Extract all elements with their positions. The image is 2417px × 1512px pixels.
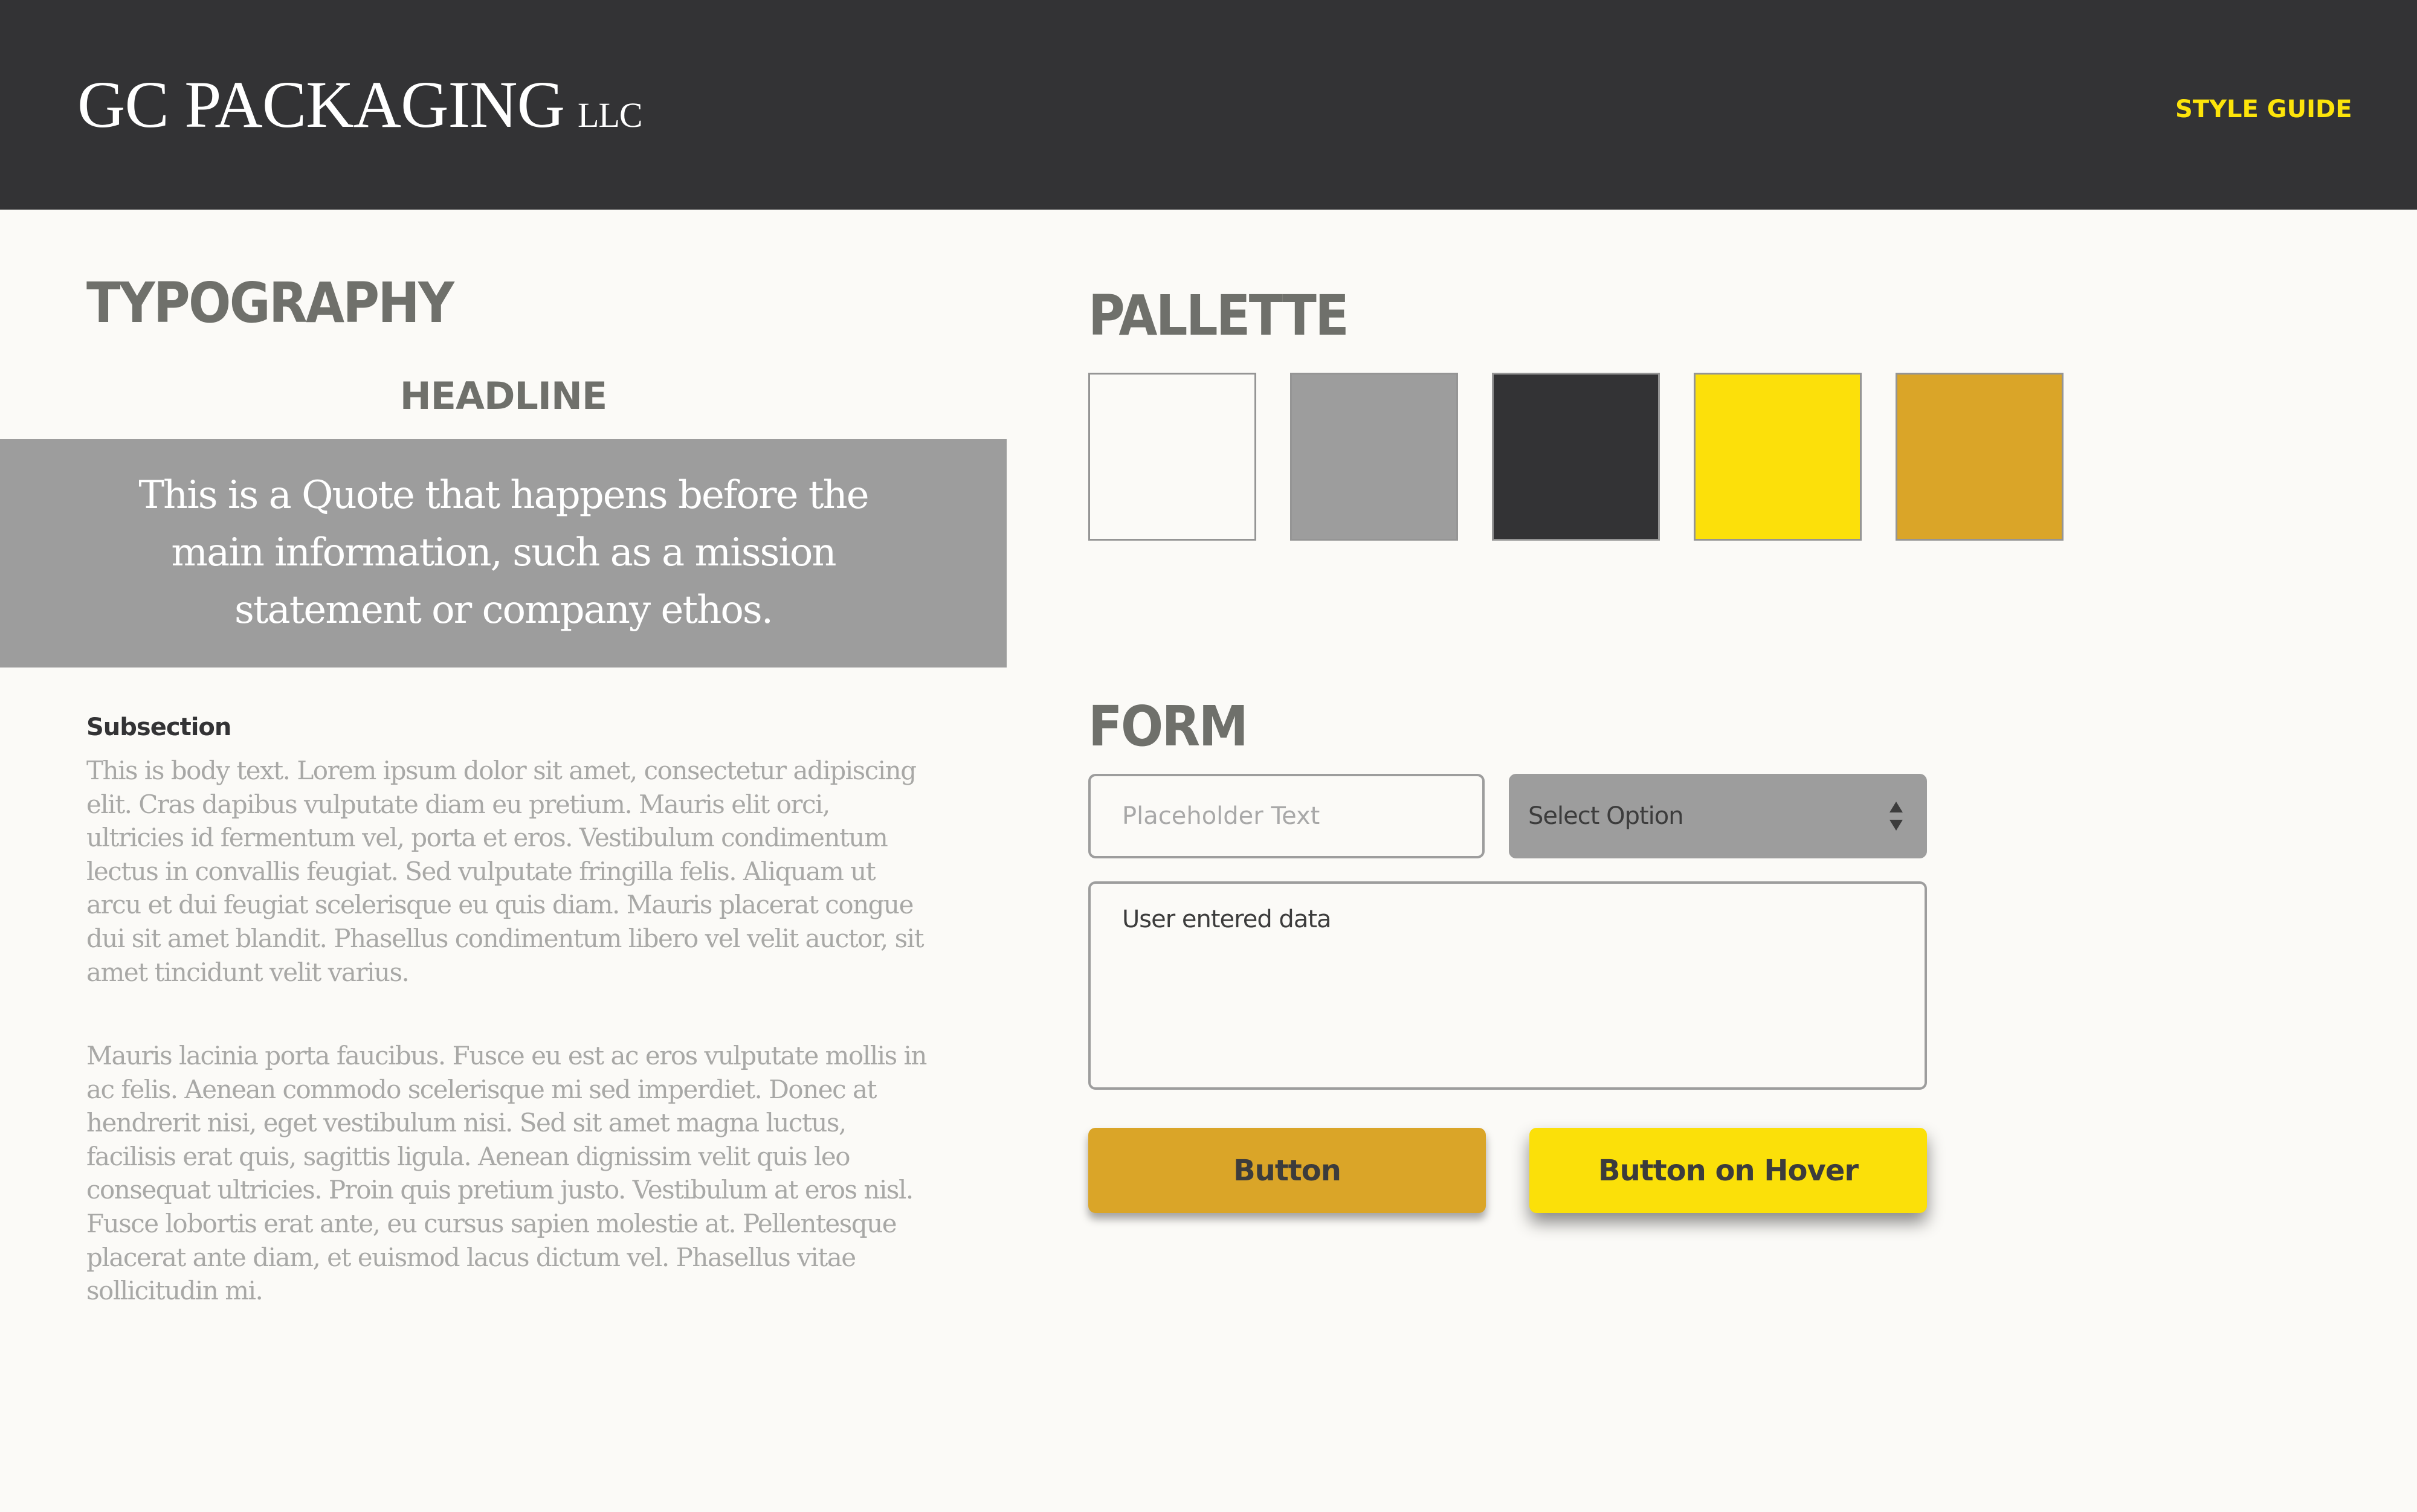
primary-button[interactable]: Button xyxy=(1088,1128,1486,1213)
body-paragraph-2: Mauris lacinia porta faucibus. Fusce eu … xyxy=(86,1041,927,1306)
text-input[interactable] xyxy=(1088,774,1485,858)
updown-arrows-icon xyxy=(1889,802,1903,831)
swatch-gold xyxy=(1896,373,2064,541)
textarea-field[interactable]: User entered data xyxy=(1088,881,1927,1090)
company-logo[interactable]: GC PACKAGING LLC xyxy=(77,65,643,155)
subsection-heading: Subsection xyxy=(86,713,231,741)
nav-link-style-guide[interactable]: STYLE GUIDE xyxy=(2175,94,2352,124)
headline-sample: HEADLINE xyxy=(399,374,608,418)
select-value: Select Option xyxy=(1528,802,1684,830)
palette-title: PALLETTE xyxy=(1088,283,1349,348)
logo-suffix: LLC xyxy=(578,95,643,135)
swatch-yellow xyxy=(1694,373,1862,541)
swatch-gray xyxy=(1290,373,1458,541)
top-header: GC PACKAGING LLC STYLE GUIDE xyxy=(0,0,2417,210)
typography-title: TYPOGRAPHY xyxy=(86,271,454,335)
quote-text: This is a Quote that happens before the … xyxy=(138,473,869,632)
form-title: FORM xyxy=(1088,694,1248,759)
swatch-off-white xyxy=(1088,373,1256,541)
logo-name: GC PACKAGING xyxy=(77,68,565,141)
hover-state-button[interactable]: Button on Hover xyxy=(1529,1128,1927,1213)
select-dropdown[interactable]: Select Option xyxy=(1509,774,1927,858)
quote-block: This is a Quote that happens before the … xyxy=(0,439,1007,668)
body-paragraph-1: This is body text. Lorem ipsum dolor sit… xyxy=(86,756,924,987)
swatch-charcoal xyxy=(1492,373,1660,541)
